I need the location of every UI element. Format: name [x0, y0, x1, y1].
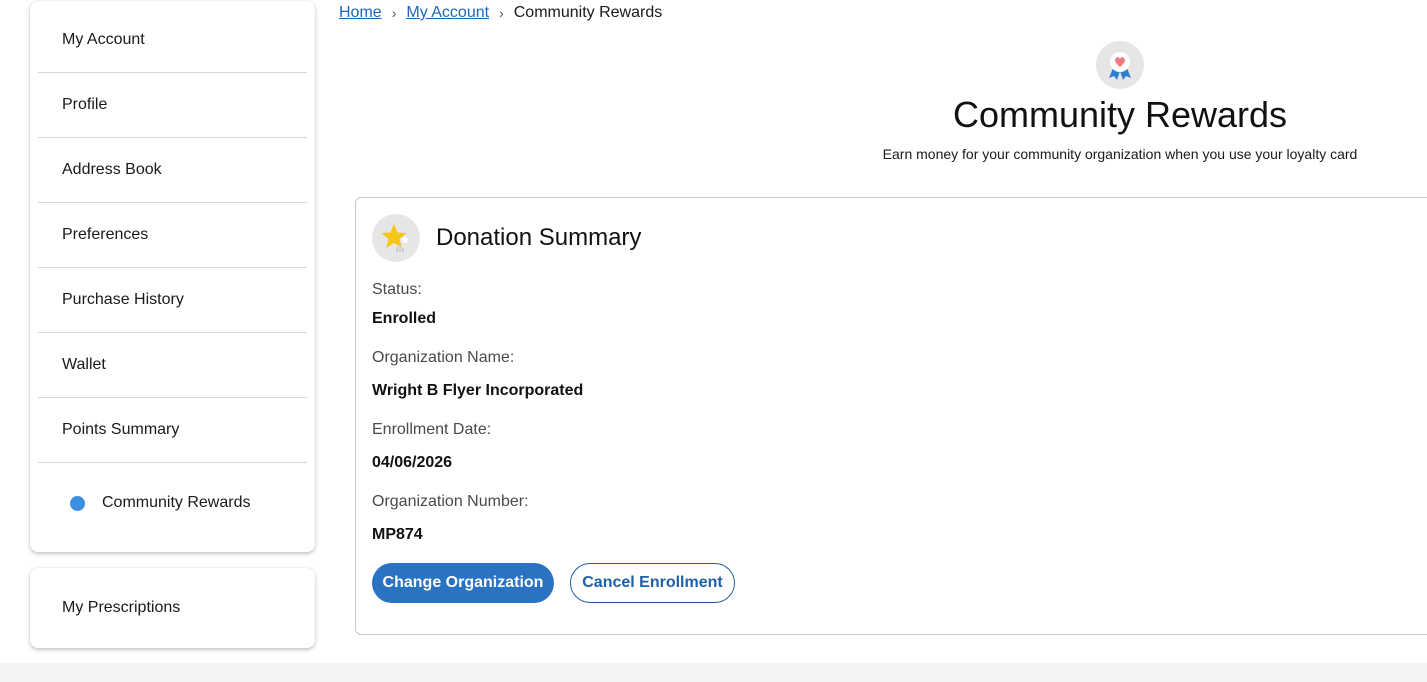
breadcrumb: Home › My Account › Community Rewards [339, 4, 662, 22]
star-icon [372, 214, 420, 262]
page-subtitle: Earn money for your community organizati… [882, 146, 1358, 162]
breadcrumb-separator-icon: › [391, 5, 397, 21]
footer-band [0, 663, 1427, 682]
donation-summary-card: Donation Summary Status: Enrolled Organi… [355, 197, 1427, 635]
organization-name-value: Wright B Flyer Incorporated [372, 382, 584, 399]
sidebar-item-label: Address Book [62, 161, 162, 178]
prescriptions-sidebar: My Prescriptions [30, 568, 315, 648]
organization-number-label: Organization Number: [372, 493, 529, 510]
sidebar-item-community-rewards[interactable]: Community Rewards [38, 463, 307, 543]
page-title: Community Rewards [952, 94, 1288, 135]
status-label: Status: [372, 281, 422, 298]
sidebar-item-purchase-history[interactable]: Purchase History [38, 268, 307, 333]
sidebar-item-wallet[interactable]: Wallet [38, 333, 307, 398]
sidebar-item-profile[interactable]: Profile [38, 73, 307, 138]
account-sidebar: My Account Profile Address Book Preferen… [30, 1, 315, 552]
sidebar-item-label: Preferences [62, 226, 149, 243]
breadcrumb-current: Community Rewards [513, 4, 663, 21]
enrollment-date-label: Enrollment Date: [372, 421, 492, 438]
award-ribbon-heart-icon [1096, 41, 1144, 89]
sidebar-item-my-prescriptions[interactable]: My Prescriptions [30, 568, 315, 648]
sidebar-item-label: My Prescriptions [62, 599, 181, 616]
sidebar-item-points-summary[interactable]: Points Summary [38, 398, 307, 463]
status-value: Enrolled [372, 310, 437, 327]
organization-number-value: MP874 [372, 526, 423, 543]
sidebar-item-preferences[interactable]: Preferences [38, 203, 307, 268]
cancel-enrollment-button[interactable]: Cancel Enrollment [570, 563, 735, 603]
sidebar-item-label: Community Rewards [102, 494, 251, 511]
sidebar-item-label: My Account [62, 30, 145, 48]
sidebar-item-label: Wallet [62, 356, 106, 373]
breadcrumb-home-link[interactable]: Home [339, 4, 382, 22]
sidebar-nav-list: My Account Profile Address Book Preferen… [30, 1, 315, 543]
enrollment-date-value: 04/06/2026 [372, 454, 453, 471]
sidebar-item-label: Purchase History [62, 291, 184, 308]
organization-name-label: Organization Name: [372, 349, 515, 366]
sidebar-item-address-book[interactable]: Address Book [38, 138, 307, 203]
active-indicator-dot [70, 495, 85, 511]
breadcrumb-my-account-link[interactable]: My Account [406, 4, 489, 22]
change-organization-button[interactable]: Change Organization [372, 563, 554, 603]
page: My Account Profile Address Book Preferen… [0, 0, 1427, 682]
sidebar-item-label: Profile [62, 96, 108, 113]
breadcrumb-separator-icon: › [499, 5, 504, 21]
card-title: Donation Summary [436, 224, 642, 251]
sidebar-item-label: Points Summary [62, 421, 180, 438]
sidebar-item-my-account[interactable]: My Account [38, 1, 307, 73]
